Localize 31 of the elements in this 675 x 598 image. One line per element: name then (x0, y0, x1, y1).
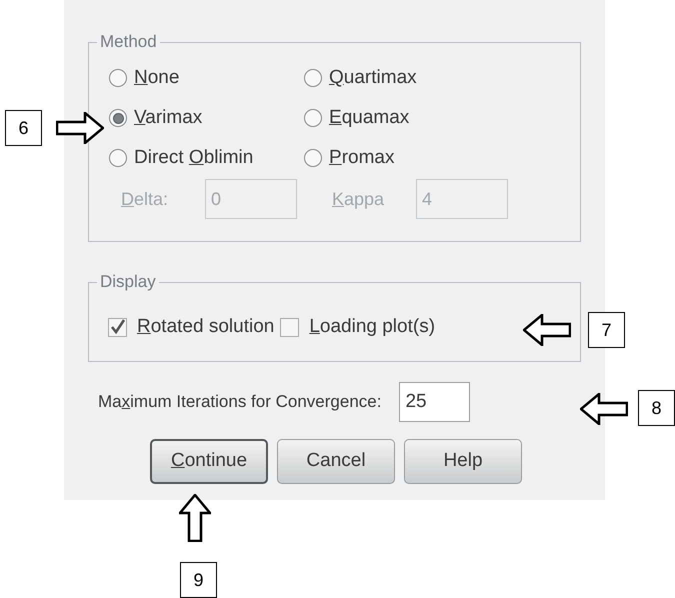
iterations-field[interactable]: 25 (399, 382, 470, 422)
callout-number: 8 (638, 390, 675, 426)
checkbox-label: Rotated solution (137, 315, 274, 339)
radio-button[interactable] (109, 69, 127, 87)
callout-number: 6 (5, 110, 42, 146)
dialog-button[interactable]: Continue (150, 439, 268, 484)
parameter-label: Kappa (332, 188, 386, 211)
radio-button[interactable] (304, 69, 322, 87)
radio-label: Direct Oblimin (134, 146, 254, 170)
radio-button[interactable] (304, 149, 322, 167)
radio-label: Equamax (329, 106, 410, 130)
dialog-button[interactable]: Cancel (277, 439, 395, 484)
radio-label: Quartimax (329, 66, 417, 90)
iterations-label: Maximum Iterations for Convergence: (98, 391, 382, 414)
checkbox[interactable] (108, 318, 127, 337)
callout-number: 7 (588, 312, 625, 348)
checkbox-label: Loading plot(s) (309, 315, 436, 339)
radio-label: Varimax (134, 106, 202, 130)
radio-button[interactable] (304, 109, 322, 127)
callout-arrow (179, 494, 211, 542)
callout-arrow (56, 112, 104, 144)
radio-button[interactable] (109, 149, 127, 167)
radio-label: Promax (329, 146, 394, 170)
radio-button[interactable] (109, 109, 127, 127)
dialog-button[interactable]: Help (404, 439, 522, 484)
radio-label: None (134, 66, 180, 90)
checkbox[interactable] (280, 318, 300, 337)
callout-arrow (580, 393, 628, 425)
callout-arrow (523, 314, 571, 346)
parameter-label: Delta: (121, 188, 170, 210)
callout-number: 9 (180, 562, 217, 598)
